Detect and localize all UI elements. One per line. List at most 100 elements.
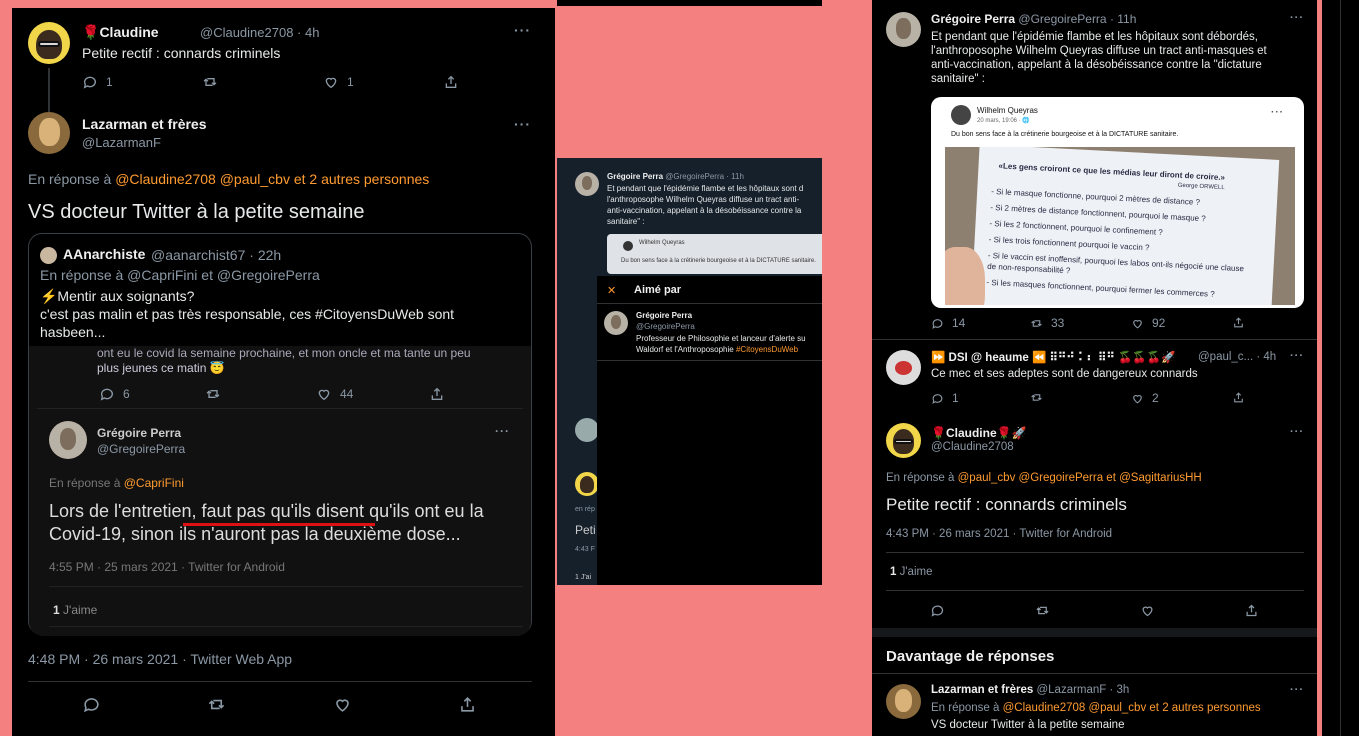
tweet-meta: 4:48 PM · 26 mars 2021 · Twitter Web App bbox=[28, 651, 293, 667]
retweet-button[interactable]: 33 bbox=[1030, 316, 1064, 330]
author-handle[interactable]: @Claudine2708 · 4h bbox=[200, 25, 319, 40]
avatar[interactable] bbox=[28, 112, 70, 154]
mention-link[interactable]: et 2 autres personnes bbox=[294, 171, 429, 187]
mention-link[interactable]: @paul_cbv bbox=[958, 472, 1016, 484]
reply-button[interactable] bbox=[930, 603, 945, 618]
share-icon bbox=[445, 75, 457, 88]
like-button[interactable]: 2 bbox=[1131, 391, 1159, 405]
retweet-button[interactable] bbox=[207, 695, 226, 714]
quoted-author-handle: @aanarchist67 · 22h bbox=[151, 247, 282, 263]
hand bbox=[945, 247, 985, 305]
likes-count[interactable]: 1 J'aime bbox=[890, 566, 932, 578]
flyer-photo: «Les gens croiront ce que les médias leu… bbox=[945, 147, 1295, 305]
more-options-icon[interactable]: ··· bbox=[1290, 12, 1304, 24]
more-options-icon[interactable]: ··· bbox=[514, 116, 531, 132]
author-handle[interactable]: @LazarmanF bbox=[82, 135, 161, 150]
left-screenshot: 🌹Claudine @Claudine2708 · 4h ··· Petite … bbox=[12, 8, 555, 736]
mention-link[interactable]: @paul_cbv bbox=[1088, 702, 1146, 714]
tweet-text: Ce mec et ses adeptes sont de dangereux … bbox=[931, 368, 1198, 380]
share-icon bbox=[461, 697, 474, 712]
quoted-tweet[interactable]: AAnarchiste @aanarchist67 · 22h En répon… bbox=[28, 233, 532, 636]
inner-text: Covid-19, sinon ils n'auront pas la deux… bbox=[49, 524, 461, 544]
reply-context: En réponse à @CapriFini bbox=[49, 476, 184, 490]
avatar[interactable] bbox=[886, 12, 921, 47]
author-name: Grégoire Perra @GregoirePerra · 11h bbox=[607, 172, 744, 181]
author-name[interactable]: 🌹Claudine🌹🚀 bbox=[931, 426, 1027, 440]
share-button[interactable] bbox=[1232, 316, 1245, 329]
tweet-text: Petite rectif : connards criminels bbox=[82, 45, 281, 61]
more-options-icon[interactable]: ··· bbox=[514, 22, 531, 38]
more-options-icon[interactable]: ··· bbox=[1290, 426, 1304, 438]
thread-line bbox=[48, 68, 50, 112]
author-name[interactable]: ⏩ DSI @ heaume ⏪ ⠿⠛⠚ ⠅⠆ ⠿⠛ 🍒🍒🍒🚀 bbox=[931, 350, 1216, 364]
avatar bbox=[575, 418, 599, 442]
share-button[interactable] bbox=[443, 74, 459, 90]
share-button[interactable] bbox=[1244, 603, 1259, 618]
mention-link[interactable]: @SagittariusHH bbox=[1119, 472, 1202, 484]
reply-button[interactable] bbox=[82, 695, 101, 714]
reply-button[interactable]: 1 bbox=[82, 74, 113, 90]
quoted-text: hasbeen... bbox=[40, 324, 106, 340]
heart-icon bbox=[325, 77, 337, 89]
mention-link[interactable]: @GregoirePerra bbox=[1019, 472, 1104, 484]
tweet-text: sanitaire" : bbox=[607, 217, 645, 226]
avatar[interactable] bbox=[886, 684, 921, 719]
liked-by-modal[interactable]: ✕ Aimé par Grégoire Perra @GregoirePerra… bbox=[597, 276, 822, 585]
like-button[interactable]: 1 bbox=[323, 74, 354, 90]
user-name[interactable]: Grégoire Perra bbox=[636, 311, 692, 320]
author-name[interactable]: Grégoire Perra @GregoirePerra · 11h bbox=[931, 12, 1136, 26]
like-button[interactable] bbox=[1140, 603, 1155, 618]
quoted-media[interactable]: ont eu le covid la semaine prochaine, et… bbox=[29, 346, 531, 636]
heart-icon bbox=[1133, 319, 1142, 328]
right-screenshot: Grégoire Perra @GregoirePerra · 11h ··· … bbox=[872, 0, 1317, 736]
retweet-button[interactable] bbox=[1030, 391, 1043, 404]
more-options-icon[interactable]: ··· bbox=[1290, 684, 1304, 696]
author-name[interactable]: Lazarman et frères @LazarmanF · 3h bbox=[931, 684, 1129, 696]
tweet-media[interactable]: Wilhelm Queyras 20 mars, 19:06 · 🌐 Du bo… bbox=[931, 97, 1304, 308]
reply-context: En réponse à @CapriFini et @GregoirePerr… bbox=[40, 267, 320, 283]
avatar[interactable] bbox=[886, 423, 921, 458]
tweet-text: Petite rectif : connards criminels bbox=[886, 495, 1127, 514]
reply-icon: 6 bbox=[99, 386, 130, 402]
user-bio: Waldorf et l'Anthroposophie #CitoyensDuW… bbox=[636, 345, 799, 354]
avatar[interactable] bbox=[604, 311, 628, 335]
reply-icon bbox=[932, 393, 943, 404]
like-button[interactable] bbox=[333, 695, 352, 714]
inner-meta: 4:55 PM · 25 mars 2021 · Twitter for And… bbox=[49, 560, 285, 574]
reply-icon bbox=[83, 698, 99, 713]
author-name[interactable]: Lazarman et frères bbox=[82, 116, 207, 132]
tweet-text: VS docteur Twitter à la petite semaine bbox=[931, 719, 1125, 731]
avatar[interactable] bbox=[886, 350, 921, 385]
avatar bbox=[951, 105, 971, 125]
mention-link[interactable]: @paul_cbv bbox=[220, 171, 290, 187]
retweet-button[interactable] bbox=[1035, 603, 1050, 618]
media-text: ont eu le covid la semaine prochaine, et… bbox=[97, 346, 471, 360]
author-handle[interactable]: @paul_c... · 4h bbox=[1198, 351, 1276, 363]
tweet-text: anti-vaccination, appelant à la désobéis… bbox=[607, 206, 802, 215]
retweet-button[interactable] bbox=[202, 74, 218, 90]
share-icon bbox=[429, 386, 445, 402]
reply-context: En réponse à @Claudine2708 @paul_cbv et … bbox=[28, 171, 430, 187]
like-button[interactable]: 92 bbox=[1131, 316, 1165, 330]
share-button[interactable] bbox=[458, 695, 477, 714]
author-handle[interactable]: @Claudine2708 bbox=[931, 441, 1014, 453]
heart-icon bbox=[1133, 394, 1142, 403]
inner-text: Lors de l'entretien, faut pas qu'ils dis… bbox=[49, 501, 484, 521]
heart-icon bbox=[1142, 606, 1153, 617]
avatar bbox=[575, 172, 599, 196]
mention-link[interactable]: @Claudine2708 bbox=[1003, 702, 1086, 714]
more-options-icon: ··· bbox=[495, 424, 510, 438]
more-options-icon[interactable]: ··· bbox=[1290, 350, 1304, 362]
close-icon[interactable]: ✕ bbox=[607, 284, 616, 297]
tweet-text: l'anthroposophe Wilhelm Queyras diffuse … bbox=[931, 45, 1267, 57]
mention-link[interactable]: et 2 autres personnes bbox=[1149, 702, 1260, 714]
reply-button[interactable]: 1 bbox=[931, 391, 959, 405]
reply-button[interactable]: 14 bbox=[931, 316, 965, 330]
mention-link[interactable]: @Claudine2708 bbox=[115, 171, 216, 187]
avatar[interactable] bbox=[28, 22, 70, 64]
retweet-icon bbox=[205, 386, 221, 402]
share-button[interactable] bbox=[1232, 391, 1245, 404]
heart-icon bbox=[336, 699, 349, 712]
author-name[interactable]: 🌹Claudine bbox=[82, 24, 159, 41]
flyer-paper: «Les gens croiront ce que les médias leu… bbox=[970, 147, 1280, 305]
